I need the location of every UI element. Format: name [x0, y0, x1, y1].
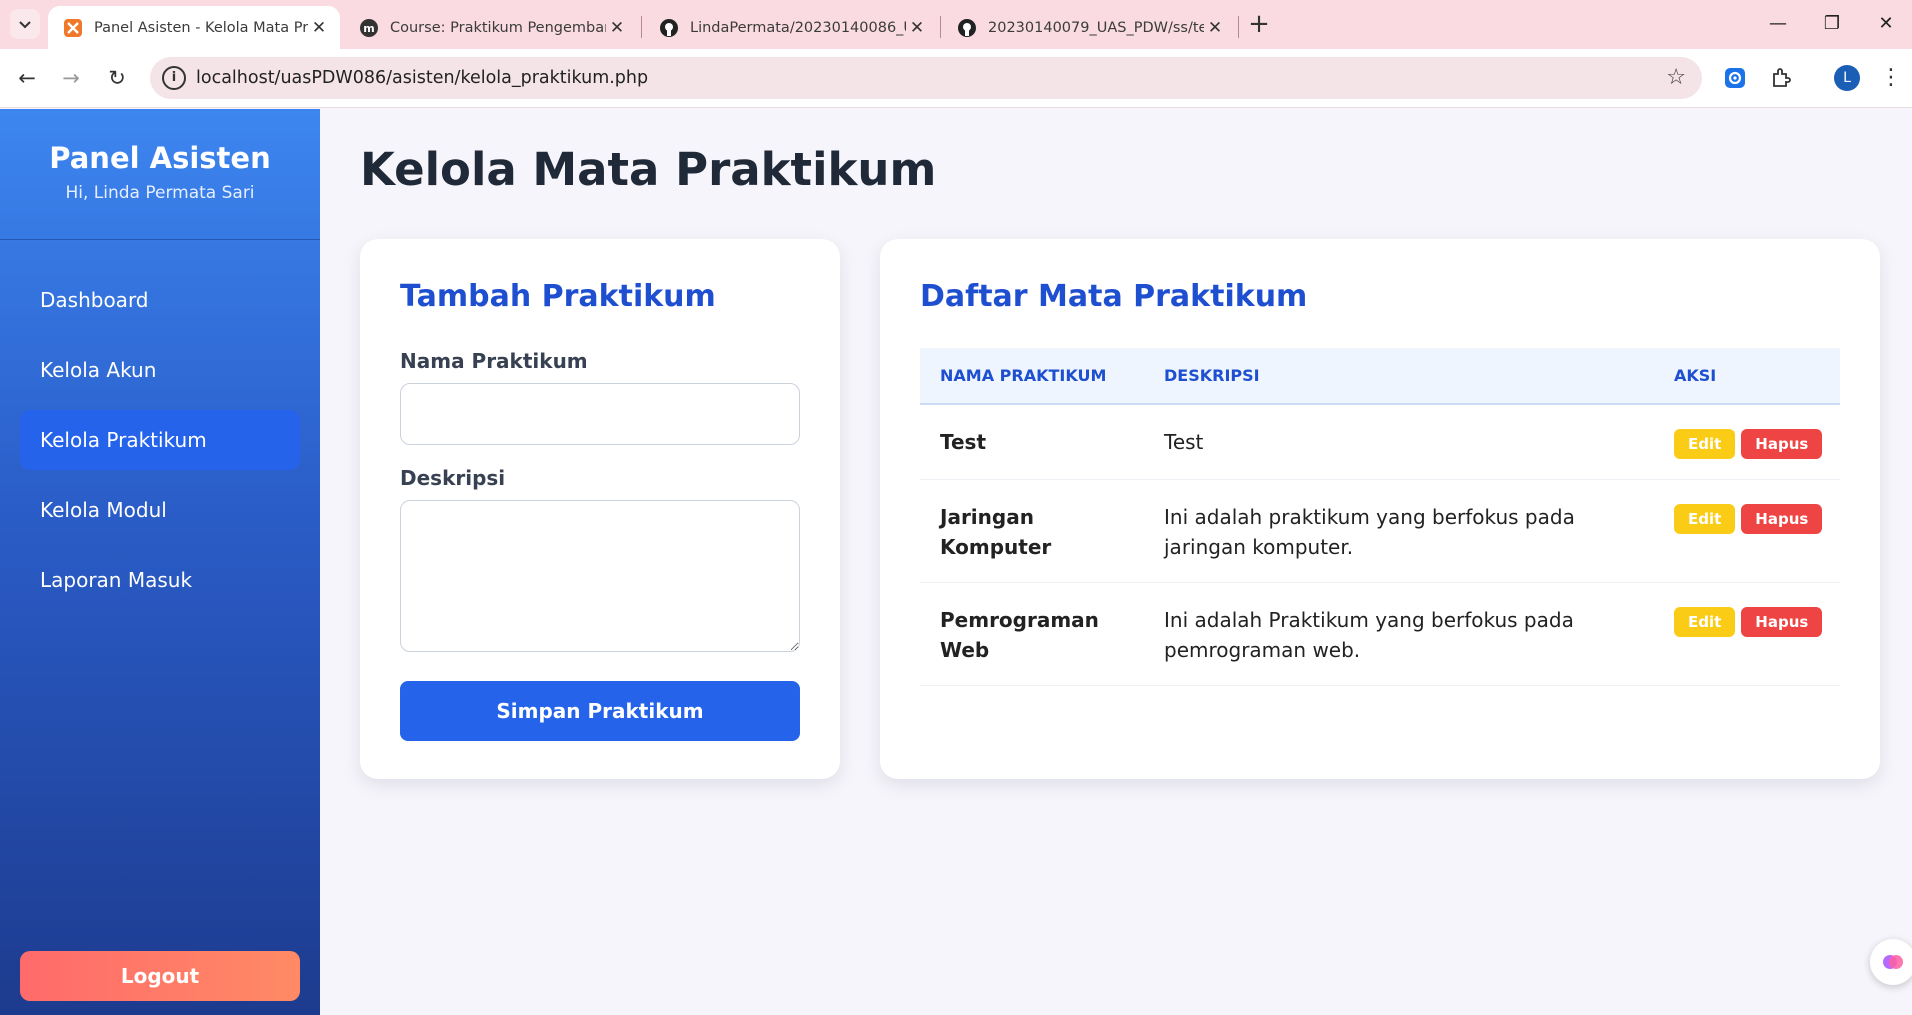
- sidebar-item-kelola-praktikum[interactable]: Kelola Praktikum: [20, 410, 300, 470]
- sidebar: Panel Asisten Hi, Linda Permata Sari Das…: [0, 109, 320, 1015]
- nama-praktikum-input[interactable]: [400, 383, 800, 445]
- simpan-praktikum-button[interactable]: Simpan Praktikum: [400, 681, 800, 741]
- praktikum-name: Jaringan Komputer: [920, 479, 1144, 583]
- browser-tab[interactable]: LindaPermata/20230140086_UA ✕: [644, 6, 938, 49]
- new-tab-button[interactable]: +: [1244, 10, 1274, 40]
- form-title: Tambah Praktikum: [400, 279, 716, 314]
- column-header: DESKRIPSI: [1144, 348, 1654, 405]
- edit-button[interactable]: Edit: [1674, 607, 1736, 637]
- chevron-down-icon: [19, 21, 31, 29]
- moodle-icon: m: [358, 17, 380, 39]
- close-icon[interactable]: ✕: [606, 18, 628, 38]
- minimize-button[interactable]: —: [1758, 9, 1798, 39]
- hapus-button[interactable]: Hapus: [1741, 429, 1823, 459]
- sidebar-title: Panel Asisten: [49, 141, 271, 175]
- sidebar-brand: Panel Asisten Hi, Linda Permata Sari: [0, 109, 320, 240]
- praktikum-name: Test: [920, 404, 1144, 480]
- table-header-row: NAMA PRAKTIKUM DESKRIPSI AKSI: [920, 348, 1840, 405]
- page-title: Kelola Mata Praktikum: [360, 143, 937, 196]
- praktikum-description: Ini adalah praktikum yang berfokus pada …: [1144, 479, 1654, 583]
- column-header: NAMA PRAKTIKUM: [920, 348, 1144, 405]
- tab-title: Panel Asisten - Kelola Mata Prak: [94, 19, 308, 36]
- back-button[interactable]: ←: [12, 63, 42, 93]
- site-info-icon[interactable]: i: [162, 66, 186, 90]
- row-actions: Edit Hapus: [1654, 582, 1840, 686]
- description-label: Deskripsi: [400, 466, 506, 490]
- close-icon[interactable]: ✕: [906, 18, 928, 38]
- table-row: Pemrograman Web Ini adalah Praktikum yan…: [920, 582, 1840, 686]
- tab-search-button[interactable]: [10, 9, 40, 39]
- tab-separator: [1238, 16, 1239, 38]
- hapus-button[interactable]: Hapus: [1741, 607, 1823, 637]
- sidebar-menu: Dashboard Kelola Akun Kelola Praktikum K…: [0, 240, 320, 610]
- browser-tab[interactable]: 20230140079_UAS_PDW/ss/tes ✕: [942, 6, 1236, 49]
- row-actions: Edit Hapus: [1654, 404, 1840, 480]
- extensions-puzzle-icon[interactable]: [1768, 65, 1794, 91]
- close-icon[interactable]: ✕: [1204, 18, 1226, 38]
- name-label: Nama Praktikum: [400, 349, 588, 373]
- reload-button[interactable]: ↻: [102, 63, 132, 93]
- logout-button[interactable]: Logout: [20, 951, 300, 1001]
- address-bar[interactable]: i localhost/uasPDW086/asisten/kelola_pra…: [150, 57, 1702, 99]
- url-text[interactable]: localhost/uasPDW086/asisten/kelola_prakt…: [196, 57, 648, 99]
- brain-extension-icon[interactable]: [1870, 939, 1912, 985]
- tab-separator: [641, 16, 642, 38]
- sidebar-item-kelola-modul[interactable]: Kelola Modul: [20, 480, 300, 540]
- user-greeting: Hi, Linda Permata Sari: [65, 183, 255, 203]
- tab-title: LindaPermata/20230140086_UA: [690, 19, 906, 36]
- sidebar-item-dashboard[interactable]: Dashboard: [20, 270, 300, 330]
- sidebar-item-laporan-masuk[interactable]: Laporan Masuk: [20, 550, 300, 610]
- browser-tab[interactable]: m Course: Praktikum Pengembang ✕: [344, 6, 638, 49]
- sidebar-item-kelola-akun[interactable]: Kelola Akun: [20, 340, 300, 400]
- daftar-praktikum-card: Daftar Mata Praktikum NAMA PRAKTIKUM DES…: [880, 239, 1880, 779]
- svg-text:m: m: [363, 22, 374, 35]
- tab-separator: [940, 16, 941, 38]
- github-icon: [956, 17, 978, 39]
- tab-title: 20230140079_UAS_PDW/ss/tes: [988, 19, 1204, 36]
- tab-title: Course: Praktikum Pengembang: [390, 19, 606, 36]
- add-praktikum-card: Tambah Praktikum Nama Praktikum Deskrips…: [360, 239, 840, 779]
- praktikum-description: Ini adalah Praktikum yang berfokus pada …: [1144, 582, 1654, 686]
- column-header: AKSI: [1654, 348, 1840, 405]
- browser-toolbar: ← → ↻ i localhost/uasPDW086/asisten/kelo…: [0, 49, 1912, 108]
- profile-avatar[interactable]: L: [1834, 65, 1860, 91]
- xampp-icon: [62, 17, 84, 39]
- browser-tab-bar: Panel Asisten - Kelola Mata Prak ✕ m Cou…: [0, 0, 1912, 49]
- hapus-button[interactable]: Hapus: [1741, 504, 1823, 534]
- edit-button[interactable]: Edit: [1674, 429, 1736, 459]
- praktikum-description: Test: [1144, 404, 1654, 480]
- forward-button[interactable]: →: [56, 63, 86, 93]
- table-row: Test Test Edit Hapus: [920, 404, 1840, 480]
- window-close-button[interactable]: ✕: [1866, 9, 1906, 39]
- browser-tab-active[interactable]: Panel Asisten - Kelola Mata Prak ✕: [48, 6, 340, 49]
- list-title: Daftar Mata Praktikum: [920, 279, 1308, 314]
- table-row: Jaringan Komputer Ini adalah praktikum y…: [920, 479, 1840, 583]
- page: Panel Asisten Hi, Linda Permata Sari Das…: [0, 109, 1912, 1015]
- edit-button[interactable]: Edit: [1674, 504, 1736, 534]
- browser-menu-icon[interactable]: ⋮: [1880, 63, 1902, 93]
- restore-button[interactable]: ❐: [1812, 9, 1852, 39]
- bookmark-star-icon[interactable]: ☆: [1666, 57, 1686, 99]
- praktikum-table: NAMA PRAKTIKUM DESKRIPSI AKSI Test Test …: [920, 348, 1840, 686]
- row-actions: Edit Hapus: [1654, 479, 1840, 583]
- github-icon: [658, 17, 680, 39]
- close-icon[interactable]: ✕: [308, 18, 330, 38]
- deskripsi-textarea[interactable]: [400, 500, 800, 652]
- praktikum-name: Pemrograman Web: [920, 582, 1144, 686]
- extension-gear-icon[interactable]: [1722, 65, 1748, 91]
